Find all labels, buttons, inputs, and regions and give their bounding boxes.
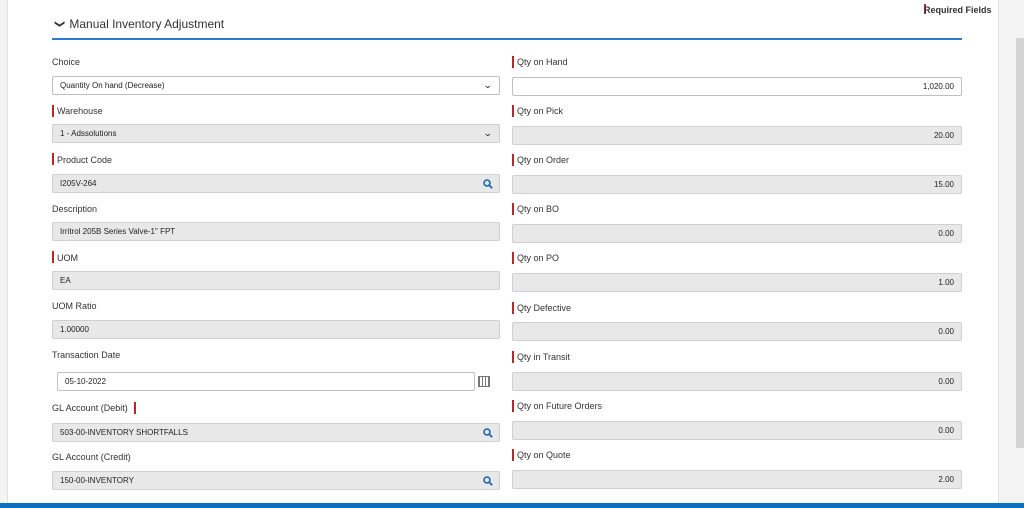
warehouse-label: Warehouse [57, 106, 103, 116]
qty-future-orders-value: 0.00 [938, 426, 954, 435]
qty-in-transit-field: 0.00 [512, 372, 962, 391]
caret-down-icon: ⌄ [483, 128, 494, 138]
gl-debit-field[interactable]: 503-00-INVENTORY SHORTFALLS [52, 423, 500, 442]
page: Required Fields ❯ Manual Inventory Adjus… [0, 0, 1024, 508]
qty-on-pick-value: 20.00 [933, 131, 954, 140]
calendar-icon[interactable] [478, 376, 490, 387]
description-field: Irritrol 205B Series Valve-1" FPT [52, 222, 500, 241]
qty-on-pick-label: Qty on Pick [517, 106, 564, 116]
qty-on-quote-label: Qty on Quote [517, 450, 571, 460]
qty-on-quote-field: 2.00 [512, 470, 962, 489]
required-indicator [512, 252, 514, 264]
section-divider [52, 38, 962, 40]
required-indicator [52, 105, 54, 117]
qty-future-orders-label: Qty on Future Orders [517, 401, 603, 411]
product-code-label: Product Code [57, 155, 113, 165]
bottom-status-bar [0, 503, 1024, 508]
required-indicator [512, 56, 514, 68]
search-icon[interactable] [483, 428, 493, 438]
required-indicator [512, 203, 514, 215]
left-gutter [0, 0, 8, 508]
vertical-scrollbar[interactable] [1016, 38, 1024, 448]
uom-value: EA [60, 276, 71, 285]
required-indicator [52, 153, 54, 165]
qty-defective-value: 0.00 [938, 327, 954, 336]
required-indicator [512, 351, 514, 363]
choice-label: Choice [52, 57, 81, 67]
search-icon[interactable] [483, 476, 493, 486]
qty-on-order-label: Qty on Order [517, 155, 570, 165]
qty-defective-field: 0.00 [512, 322, 962, 341]
qty-on-quote-value: 2.00 [938, 475, 954, 484]
required-indicator [512, 449, 514, 461]
gl-debit-label: GL Account (Debit) [52, 403, 128, 413]
qty-on-hand-label: Qty on Hand [517, 57, 568, 67]
choice-value: Quantity On hand (Decrease) [60, 81, 165, 90]
gl-credit-field[interactable]: 150-00-INVENTORY [52, 471, 500, 490]
required-indicator [134, 402, 136, 414]
choice-select[interactable]: Quantity On hand (Decrease) ⌄ [52, 76, 500, 95]
description-label: Description [52, 204, 98, 214]
qty-on-pick-field: 20.00 [512, 126, 962, 145]
qty-on-bo-label: Qty on BO [517, 204, 560, 214]
qty-in-transit-label: Qty in Transit [517, 352, 571, 362]
uom-field: EA [52, 271, 500, 290]
gl-debit-value: 503-00-INVENTORY SHORTFALLS [60, 428, 188, 437]
chevron-down-icon[interactable]: ❯ [54, 20, 65, 28]
qty-on-bo-value: 0.00 [938, 229, 954, 238]
qty-on-po-value: 1.00 [938, 278, 954, 287]
required-indicator [512, 400, 514, 412]
required-indicator [512, 154, 514, 166]
required-fields-legend: Required Fields [924, 5, 992, 15]
section-title: Manual Inventory Adjustment [69, 17, 225, 31]
required-indicator [512, 302, 514, 314]
qty-on-po-field: 1.00 [512, 273, 962, 292]
uom-ratio-label: UOM Ratio [52, 301, 97, 311]
search-icon[interactable] [483, 179, 493, 189]
warehouse-value: 1 - Adssolutions [60, 129, 117, 138]
warehouse-select[interactable]: 1 - Adssolutions ⌄ [52, 124, 500, 143]
uom-label: UOM [57, 253, 78, 263]
uom-ratio-value: 1.00000 [60, 325, 89, 334]
qty-on-bo-field: 0.00 [512, 224, 962, 243]
section-header[interactable]: ❯ Manual Inventory Adjustment [54, 17, 225, 31]
gl-credit-label: GL Account (Credit) [52, 452, 131, 462]
qty-in-transit-value: 0.00 [938, 377, 954, 386]
required-indicator [512, 105, 514, 117]
qty-future-orders-field: 0.00 [512, 421, 962, 440]
gl-credit-value: 150-00-INVENTORY [60, 476, 134, 485]
caret-down-icon: ⌄ [483, 80, 494, 90]
required-indicator [52, 251, 54, 263]
qty-on-order-field: 15.00 [512, 175, 962, 194]
qty-defective-label: Qty Defective [517, 303, 572, 313]
qty-on-hand-value: 1,020.00 [922, 82, 954, 91]
transaction-date-value: 05-10-2022 [65, 377, 106, 386]
transaction-date-label: Transaction Date [52, 350, 121, 360]
qty-on-hand-input[interactable]: 1,020.00 [512, 77, 962, 96]
product-code-value: I205V-264 [60, 179, 97, 188]
product-code-field[interactable]: I205V-264 [52, 174, 500, 193]
qty-on-po-label: Qty on PO [517, 253, 560, 263]
uom-ratio-field: 1.00000 [52, 320, 500, 339]
transaction-date-input[interactable]: 05-10-2022 [57, 372, 475, 391]
description-value: Irritrol 205B Series Valve-1" FPT [60, 227, 176, 236]
qty-on-order-value: 15.00 [933, 180, 954, 189]
